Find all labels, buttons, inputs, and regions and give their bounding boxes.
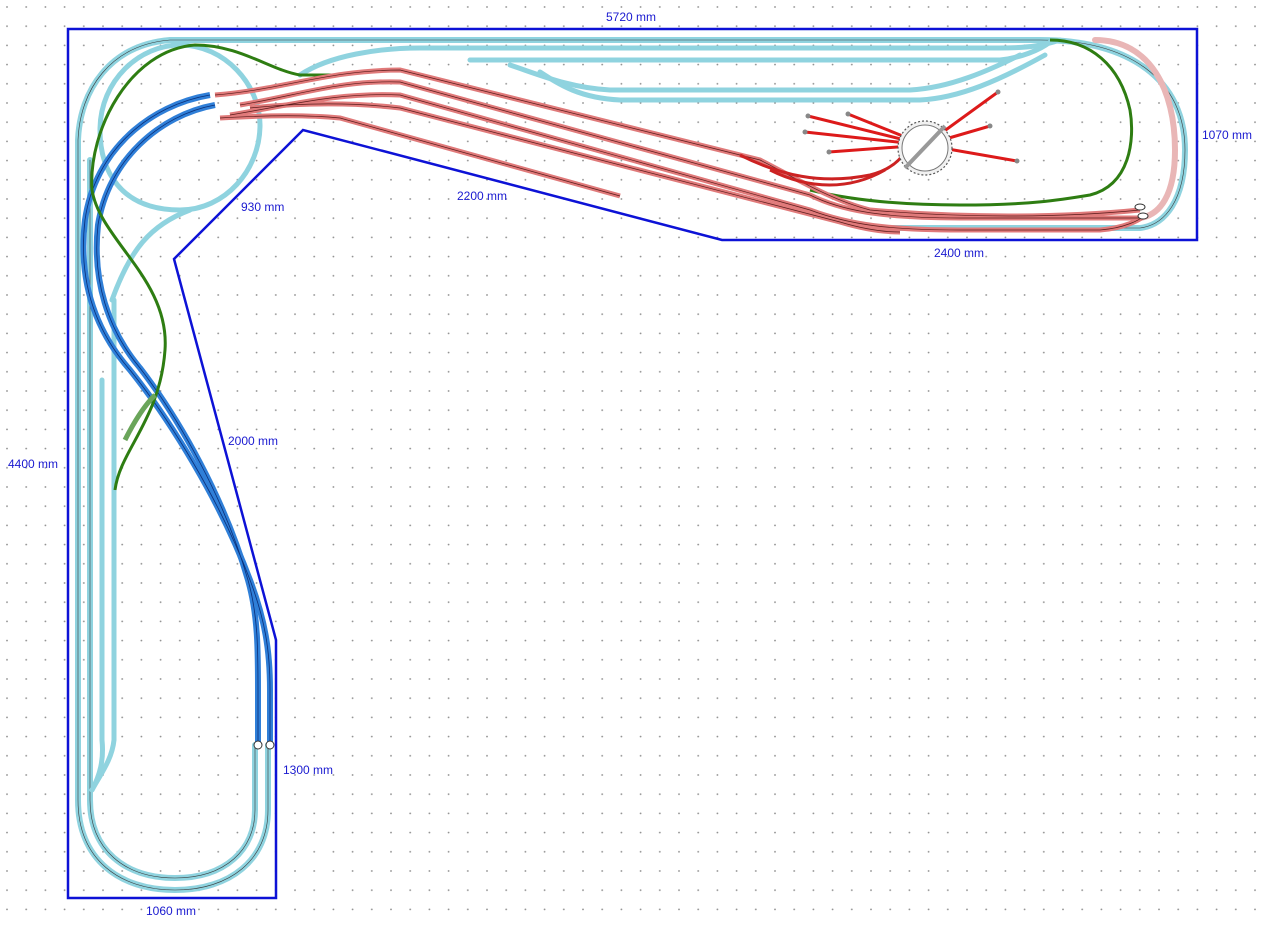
buffer-stop-red-1 (1134, 203, 1146, 211)
grid-background (0, 0, 1265, 927)
dim-label-lower-right-height: 1300 mm (283, 763, 333, 777)
dim-label-left-height: 4400 mm (8, 457, 58, 471)
buffer-stop-blue-2 (265, 740, 275, 750)
dim-label-top-width: 5720 mm (606, 10, 656, 24)
buffer-stop-blue-1 (253, 740, 263, 750)
dim-label-bottom-width: 1060 mm (146, 904, 196, 918)
track-plan-canvas: 5720 mm 1070 mm 2400 mm 2200 mm 930 mm 2… (0, 0, 1265, 927)
dim-label-inner-corner: 930 mm (241, 200, 284, 214)
dim-label-diagonal-lower: 2000 mm (228, 434, 278, 448)
dim-label-bottom-right-width: 2400 mm (934, 246, 984, 260)
dim-label-right-height: 1070 mm (1202, 128, 1252, 142)
buffer-stop-red-2 (1137, 212, 1149, 220)
dim-label-diagonal-upper: 2200 mm (457, 189, 507, 203)
